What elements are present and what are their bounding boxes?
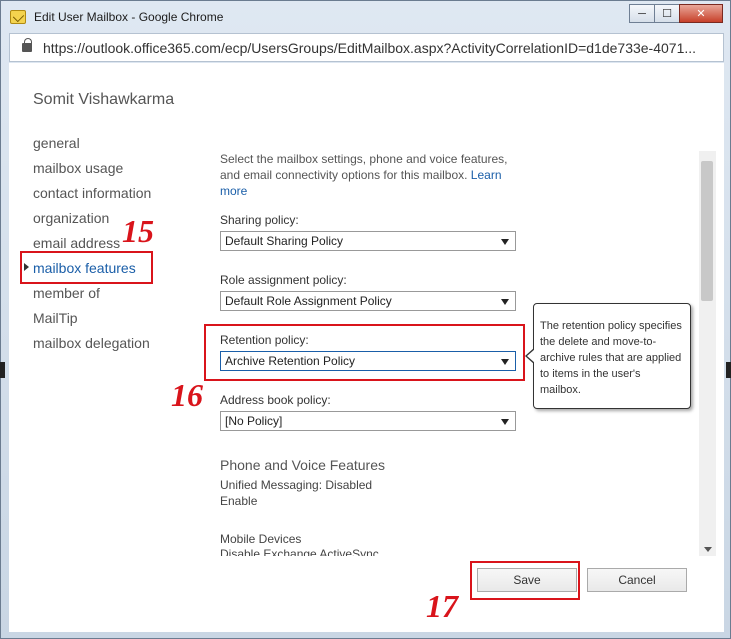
sharing-policy-select[interactable]: Default Sharing Policy: [220, 231, 516, 251]
nav-item-general[interactable]: general: [33, 133, 193, 158]
dropdown-arrow-icon: [501, 239, 509, 245]
cancel-button[interactable]: Cancel: [587, 568, 687, 592]
app-icon: [10, 10, 26, 24]
vertical-scrollbar[interactable]: [699, 151, 716, 556]
nav-item-label: MailTip: [33, 310, 78, 326]
phone-voice-section: Phone and Voice Features Unified Messagi…: [220, 457, 520, 508]
sharing-policy-label: Sharing policy:: [220, 213, 299, 227]
annotation-box-retention: [204, 324, 525, 381]
sidebar-nav: general mailbox usage contact informatio…: [24, 133, 193, 358]
intro-text: Select the mailbox settings, phone and v…: [220, 151, 510, 199]
scroll-thumb[interactable]: [701, 161, 713, 301]
intro-description: Select the mailbox settings, phone and v…: [220, 152, 508, 182]
um-enable-link[interactable]: Enable: [220, 494, 520, 508]
nav-item-mailbox-delegation[interactable]: mailbox delegation: [33, 333, 193, 358]
annotation-step-15: 15: [122, 213, 154, 249]
title-bar: Edit User Mailbox - Google Chrome ─ ☐ ✕: [1, 1, 730, 33]
annotation-box-save: [470, 561, 580, 600]
dropdown-arrow-icon: [501, 419, 509, 425]
nav-item-label: email address: [33, 235, 121, 251]
window-controls: ─ ☐ ✕: [629, 4, 723, 24]
minimize-button[interactable]: ─: [629, 4, 655, 23]
annotation-step-17: 17: [426, 588, 458, 624]
nav-item-mailtip[interactable]: MailTip: [33, 308, 193, 333]
close-button[interactable]: ✕: [679, 4, 723, 23]
window-title: Edit User Mailbox - Google Chrome: [34, 10, 224, 24]
mobile-devices-section: Mobile Devices Disable Exchange ActiveSy…: [220, 532, 520, 556]
scroll-down-icon[interactable]: [704, 547, 712, 552]
annotation-step-16: 16: [171, 377, 203, 413]
um-status: Unified Messaging: Disabled: [220, 478, 373, 492]
address-book-policy-group: Address book policy: [No Policy]: [220, 393, 520, 431]
nav-item-label: mailbox delegation: [33, 335, 150, 351]
nav-item-member-of[interactable]: member of: [33, 283, 193, 308]
address-book-policy-label: Address book policy:: [220, 393, 331, 407]
maximize-button[interactable]: ☐: [654, 4, 680, 23]
nav-item-mailbox-usage[interactable]: mailbox usage: [33, 158, 193, 183]
browser-window: Edit User Mailbox - Google Chrome ─ ☐ ✕ …: [0, 0, 731, 639]
url-text[interactable]: https://outlook.office365.com/ecp/UsersG…: [43, 40, 715, 56]
nav-item-organization[interactable]: organization: [33, 208, 193, 233]
annotation-box-nav: [20, 251, 153, 284]
address-book-policy-select[interactable]: [No Policy]: [220, 411, 516, 431]
nav-item-label: contact information: [33, 185, 152, 201]
nav-item-label: mailbox usage: [33, 160, 124, 176]
address-bar[interactable]: https://outlook.office365.com/ecp/UsersG…: [9, 33, 724, 62]
mobile-devices-title: Mobile Devices: [220, 532, 302, 546]
nav-item-label: organization: [33, 210, 110, 226]
sharing-policy-value: Default Sharing Policy: [225, 234, 344, 248]
role-policy-value: Default Role Assignment Policy: [225, 294, 392, 308]
callout-text: The retention policy specifies the delet…: [540, 320, 682, 396]
page-title: Somit Vishawkarma: [33, 91, 175, 108]
dialog-content: Somit Vishawkarma general mailbox usage …: [9, 63, 724, 632]
address-book-policy-value: [No Policy]: [225, 414, 283, 428]
nav-item-label: general: [33, 135, 80, 151]
nav-item-label: member of: [33, 285, 100, 301]
disable-activesync-link[interactable]: Disable Exchange ActiveSync: [220, 547, 520, 556]
retention-help-callout: The retention policy specifies the delet…: [525, 303, 691, 409]
role-policy-select[interactable]: Default Role Assignment Policy: [220, 291, 516, 311]
sharing-policy-group: Sharing policy: Default Sharing Policy: [220, 213, 520, 251]
left-edge-marker: [0, 362, 5, 378]
role-policy-label: Role assignment policy:: [220, 273, 347, 287]
dropdown-arrow-icon: [501, 299, 509, 305]
role-policy-group: Role assignment policy: Default Role Ass…: [220, 273, 520, 311]
phone-voice-title: Phone and Voice Features: [220, 457, 386, 473]
right-edge-marker: [726, 362, 731, 378]
nav-item-contact-information[interactable]: contact information: [33, 183, 193, 208]
lock-icon: [22, 38, 32, 52]
